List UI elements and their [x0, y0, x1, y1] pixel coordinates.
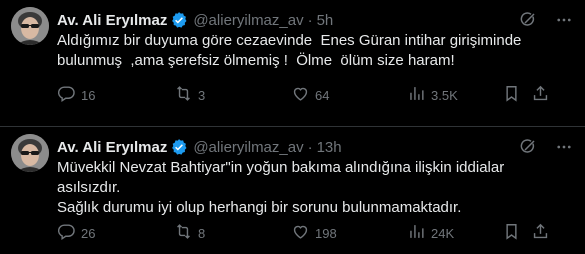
tweet-actions: 26 8 198 24K: [57, 223, 577, 243]
tweet-actions: 16 3 64 3.5K: [57, 85, 577, 105]
views-button[interactable]: 24K: [407, 222, 454, 244]
tweet-time[interactable]: 13h: [317, 139, 342, 156]
verified-badge-icon: [170, 11, 188, 29]
like-button[interactable]: 64: [291, 84, 329, 106]
tweet-text: Aldığımız bir duyuma göre cezaevinde Ene…: [57, 31, 555, 71]
views-count: 24K: [431, 225, 455, 241]
author-handle[interactable]: @alieryilmaz_av: [193, 139, 303, 156]
retweet-icon: [174, 222, 193, 244]
like-icon: [291, 84, 310, 106]
tweet-text-line: bulunmuş ,ama şerefsiz ölmemiş ! Ölme öl…: [57, 52, 455, 69]
tweet-text: Müvekkil Nevzat Bahtiyar"in yoğun bakıma…: [57, 158, 555, 218]
author-handle[interactable]: @alieryilmaz_av: [193, 12, 303, 29]
reply-icon: [57, 84, 76, 106]
like-count: 198: [315, 225, 337, 241]
more-icon[interactable]: [555, 138, 573, 156]
avatar[interactable]: [11, 7, 49, 45]
avatar[interactable]: [11, 134, 49, 172]
tweet-text-line: Müvekkil Nevzat Bahtiyar"in yoğun bakıma…: [57, 159, 505, 176]
tweet-time[interactable]: 5h: [317, 12, 334, 29]
tweet[interactable]: Av. Ali Eryılmaz @alieryilmaz_av · 5h Al…: [0, 0, 585, 126]
reply-button[interactable]: 16: [57, 84, 95, 106]
like-button[interactable]: 198: [291, 222, 337, 244]
grok-icon[interactable]: [519, 138, 537, 156]
tweet[interactable]: Av. Ali Eryılmaz @alieryilmaz_av · 13h M…: [0, 126, 585, 252]
bookmark-button[interactable]: [502, 222, 521, 244]
like-icon: [291, 222, 310, 244]
bookmark-icon: [502, 222, 521, 244]
views-icon: [407, 222, 426, 244]
retweet-button[interactable]: 8: [174, 222, 205, 244]
share-icon: [531, 222, 550, 244]
author-name[interactable]: Av. Ali Eryılmaz: [57, 139, 167, 156]
separator-dot: ·: [307, 11, 313, 29]
author-name[interactable]: Av. Ali Eryılmaz: [57, 12, 167, 29]
views-count: 3.5K: [431, 87, 458, 103]
retweet-count: 8: [198, 225, 206, 241]
reply-count: 26: [81, 225, 96, 241]
share-button[interactable]: [531, 84, 550, 106]
retweet-button[interactable]: 3: [174, 84, 205, 106]
tweet-text-line: Sağlık durumu iyi olup herhangi bir soru…: [57, 199, 462, 216]
reply-icon: [57, 222, 76, 244]
reply-count: 16: [81, 87, 96, 103]
tweet-text-line: asılsızdır.: [57, 179, 121, 196]
separator-dot: ·: [307, 138, 313, 156]
views-button[interactable]: 3.5K: [407, 84, 458, 106]
tweet-text-line: Aldığımız bir duyuma göre cezaevinde Ene…: [57, 32, 522, 49]
bookmark-icon: [502, 84, 521, 106]
views-icon: [407, 84, 426, 106]
share-button[interactable]: [531, 222, 550, 244]
retweet-icon: [174, 84, 193, 106]
grok-icon[interactable]: [519, 11, 537, 29]
reply-button[interactable]: 26: [57, 222, 95, 244]
bookmark-button[interactable]: [502, 84, 521, 106]
more-icon[interactable]: [555, 11, 573, 29]
share-icon: [531, 84, 550, 106]
verified-badge-icon: [170, 138, 188, 156]
like-count: 64: [315, 87, 330, 103]
retweet-count: 3: [198, 87, 206, 103]
